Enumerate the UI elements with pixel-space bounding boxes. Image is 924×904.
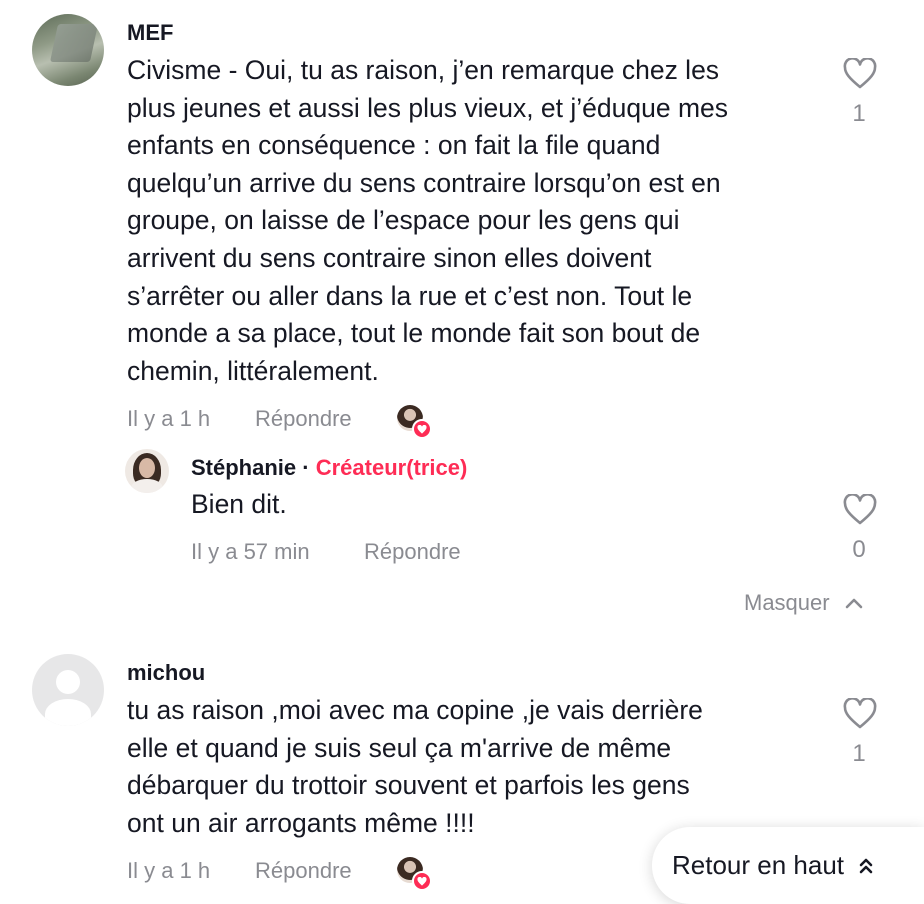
double-chevron-up-icon — [859, 858, 873, 873]
like-button[interactable] — [840, 698, 880, 732]
heart-badge-icon — [412, 871, 432, 891]
hide-replies-button[interactable]: Masquer — [744, 590, 864, 616]
reply-username[interactable]: Stéphanie — [191, 455, 296, 480]
like-button[interactable] — [840, 494, 880, 528]
reply-header: Stéphanie · Créateur(trice) — [191, 455, 467, 481]
comment-text-line: plus jeunes et aussi les plus vieux, et … — [127, 92, 729, 123]
reply-button[interactable]: Répondre — [255, 406, 352, 432]
comment-text: tu as raison ,moi avec ma copine ,je vai… — [127, 692, 827, 842]
like-button[interactable] — [840, 58, 880, 92]
comment-text-line: groupe, on laisse de l’espace pour les g… — [127, 205, 680, 236]
like-count: 1 — [852, 100, 866, 127]
heart-icon — [843, 58, 877, 89]
comment-text-line: arrivent du sens contraire sinon elles d… — [127, 242, 652, 273]
reply-timestamp: Il y a 57 min — [191, 539, 310, 564]
reply-button[interactable]: Répondre — [255, 858, 352, 884]
comment-text-line: chemin, littéralement. — [127, 355, 379, 386]
comment-text-line: elle et quand je suis seul ça m'arrive d… — [127, 732, 672, 763]
back-to-top-label: Retour en haut — [672, 850, 845, 880]
comment-text-line: quelqu’un arrive du sens contraire lorsq… — [127, 167, 721, 198]
comment-text-line: monde a sa place, tout le monde fait son… — [127, 318, 701, 349]
heart-icon — [843, 698, 877, 729]
default-avatar-icon — [56, 670, 80, 694]
separator-dot: · — [302, 455, 310, 480]
comment-timestamp: Il y a 1 h — [127, 858, 211, 883]
chevron-up-icon — [845, 598, 862, 609]
comment-text-line: s’arrêter ou aller dans la rue et c’est … — [127, 280, 693, 311]
reply-text: Bien dit. — [191, 489, 287, 519]
back-to-top-button[interactable]: Retour en haut — [652, 827, 924, 904]
like-count: 1 — [852, 740, 866, 767]
comment-text-line: Civisme - Oui, tu as raison, j’en remarq… — [127, 55, 720, 85]
comment-username[interactable]: MEF — [127, 20, 173, 46]
reply-button[interactable]: Répondre — [364, 539, 461, 565]
avatar[interactable] — [125, 449, 169, 493]
comment-text-line: tu as raison ,moi avec ma copine ,je vai… — [127, 695, 703, 725]
comment-username[interactable]: michou — [127, 660, 205, 686]
comment-timestamp: Il y a 1 h — [127, 406, 211, 431]
avatar[interactable] — [32, 14, 104, 86]
heart-icon — [843, 494, 877, 525]
comment-text: Civisme - Oui, tu as raison, j’en remarq… — [127, 52, 827, 390]
heart-badge-icon — [412, 419, 432, 439]
hide-replies-label: Masquer — [744, 590, 830, 615]
creator-label: Créateur(trice) — [315, 455, 468, 480]
like-count: 0 — [852, 536, 866, 563]
comment-text-line: débarquer du trottoir souvent et parfois… — [127, 770, 690, 801]
comment-text-line: enfants en conséquence : on fait la file… — [127, 130, 661, 161]
avatar[interactable] — [32, 654, 104, 726]
